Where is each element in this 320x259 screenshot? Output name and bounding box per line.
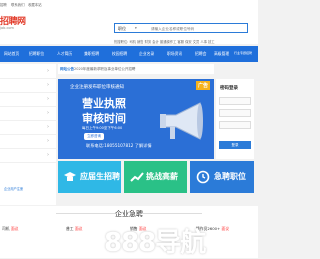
job-name: 司机 [2,226,10,231]
announcement-text[interactable]: 2020年度最新求职及事业单位公开招聘 [74,67,135,72]
chevron-down-icon[interactable]: ▾ [135,26,137,30]
username-field[interactable] [219,97,251,105]
card-graduate-label: 应届生招聘 [80,172,120,181]
chevron-right-icon[interactable]: › [47,138,49,144]
job-name: 普工 [66,226,74,231]
category-divider [0,148,56,149]
clock-icon [196,170,210,184]
banner-headline-2: 审核时间 [82,112,126,125]
password-field[interactable] [219,109,251,117]
nav-parttime[interactable]: 兼职招聘 [84,51,99,57]
category-divider [0,134,56,135]
megaphone-icon [160,102,203,140]
ad-tag: 广告 [195,81,210,90]
top-bar: 招聘 联系我们 收藏本站 [0,0,258,9]
category-sidebar: › › › › › › › 企业用户注册 [0,64,56,205]
banner-hours: 每日上午9:00至下午6:00 [82,126,123,130]
login-title: 密码登录 [220,86,238,91]
banner-consult-button[interactable]: 立即咨询 [84,133,104,140]
search-input[interactable] [151,26,241,31]
card-high-salary[interactable]: 挑战高薪 [124,161,187,193]
contact-link[interactable]: 联系我们 [11,2,25,7]
logo-subtitle: job.com [0,26,14,30]
header: 招聘网 job.com 职位 ▾ 热搜职位: 司机 销售 财务 会计 普通操作工… [0,9,258,44]
announcement-bar: 网站公告 2020年度最新求职及事业单位公开招聘 [58,64,214,74]
graduation-cap-icon [64,172,76,181]
category-divider [0,120,56,121]
category-divider [0,106,56,107]
nav-jobs[interactable]: 招聘职位 [29,51,44,57]
chart-up-icon [130,172,144,182]
search-box: 职位 ▾ [114,23,248,33]
chevron-right-icon[interactable]: › [47,96,49,102]
card-graduate[interactable]: 应届生招聘 [58,161,121,193]
chevron-right-icon[interactable]: › [47,124,49,130]
section-title: 企业急聘 [115,210,143,218]
captcha-field[interactable] [219,121,251,129]
job-item[interactable]: 普工 面议 [66,226,82,232]
banner-headline-1: 营业执照 [82,97,126,110]
nav-campus[interactable]: 校园招聘 [112,51,127,57]
main-nav: 网站首页 招聘职位 人才简历 兼职招聘 校园招聘 企业名录 职场资讯 招聘会 高… [0,46,258,62]
watermark: 888导航 [104,228,206,258]
job-salary: 面议 [74,226,83,231]
job-salary: 面议 [221,226,230,231]
chevron-right-icon[interactable]: › [47,110,49,116]
nav-jobfair[interactable]: 招聘会 [195,51,206,57]
quick-cards: 应届生招聘 挑战高薪 急聘职位 [58,161,254,205]
login-button[interactable]: 登录 [219,141,251,149]
nav-resumes[interactable]: 人才简历 [57,51,72,57]
nav-industry[interactable]: 行业专题招聘 [234,51,252,55]
card-high-salary-label: 挑战高薪 [146,172,178,181]
chevron-right-icon[interactable]: › [47,152,49,158]
card-urgent[interactable]: 急聘职位 [190,161,254,193]
title-divider-right [142,213,202,214]
category-divider [0,162,56,163]
category-divider [0,92,56,93]
top-bar-left: 招聘 [0,3,7,7]
job-item[interactable]: 司机 面议 [2,226,18,232]
job-salary: 面议 [10,226,19,231]
banner-contact: 联系电话:18055107812 了解详情 [86,143,152,148]
banner-top-text: 企业注册发布职位审核通知 [70,85,124,90]
search-category[interactable]: 职位 [118,26,126,32]
nav-home[interactable]: 网站首页 [4,51,19,57]
company-register-link[interactable]: 企业用户注册 [4,186,23,191]
nav-executive[interactable]: 高级管理 [214,51,229,57]
chevron-right-icon[interactable]: › [47,82,49,88]
category-divider [0,78,56,79]
nav-companies[interactable]: 企业名录 [139,51,154,57]
bookmark-link[interactable]: 收藏本站 [28,2,42,7]
chevron-right-icon[interactable]: › [47,68,49,74]
announcement-tag: 网站公告 [60,67,74,71]
ad-banner[interactable]: 企业注册发布职位审核通知 广告 营业执照 审核时间 每日上午9:00至下午6:0… [58,79,214,159]
card-urgent-label: 急聘职位 [214,172,246,181]
login-panel: 密码登录 登录 [216,79,254,159]
nav-news[interactable]: 职场资讯 [167,51,182,57]
hot-search-words[interactable]: 热搜职位: 司机 销售 财务 会计 普通操作工 客服 保安 文员 人事 技工 [114,39,215,44]
